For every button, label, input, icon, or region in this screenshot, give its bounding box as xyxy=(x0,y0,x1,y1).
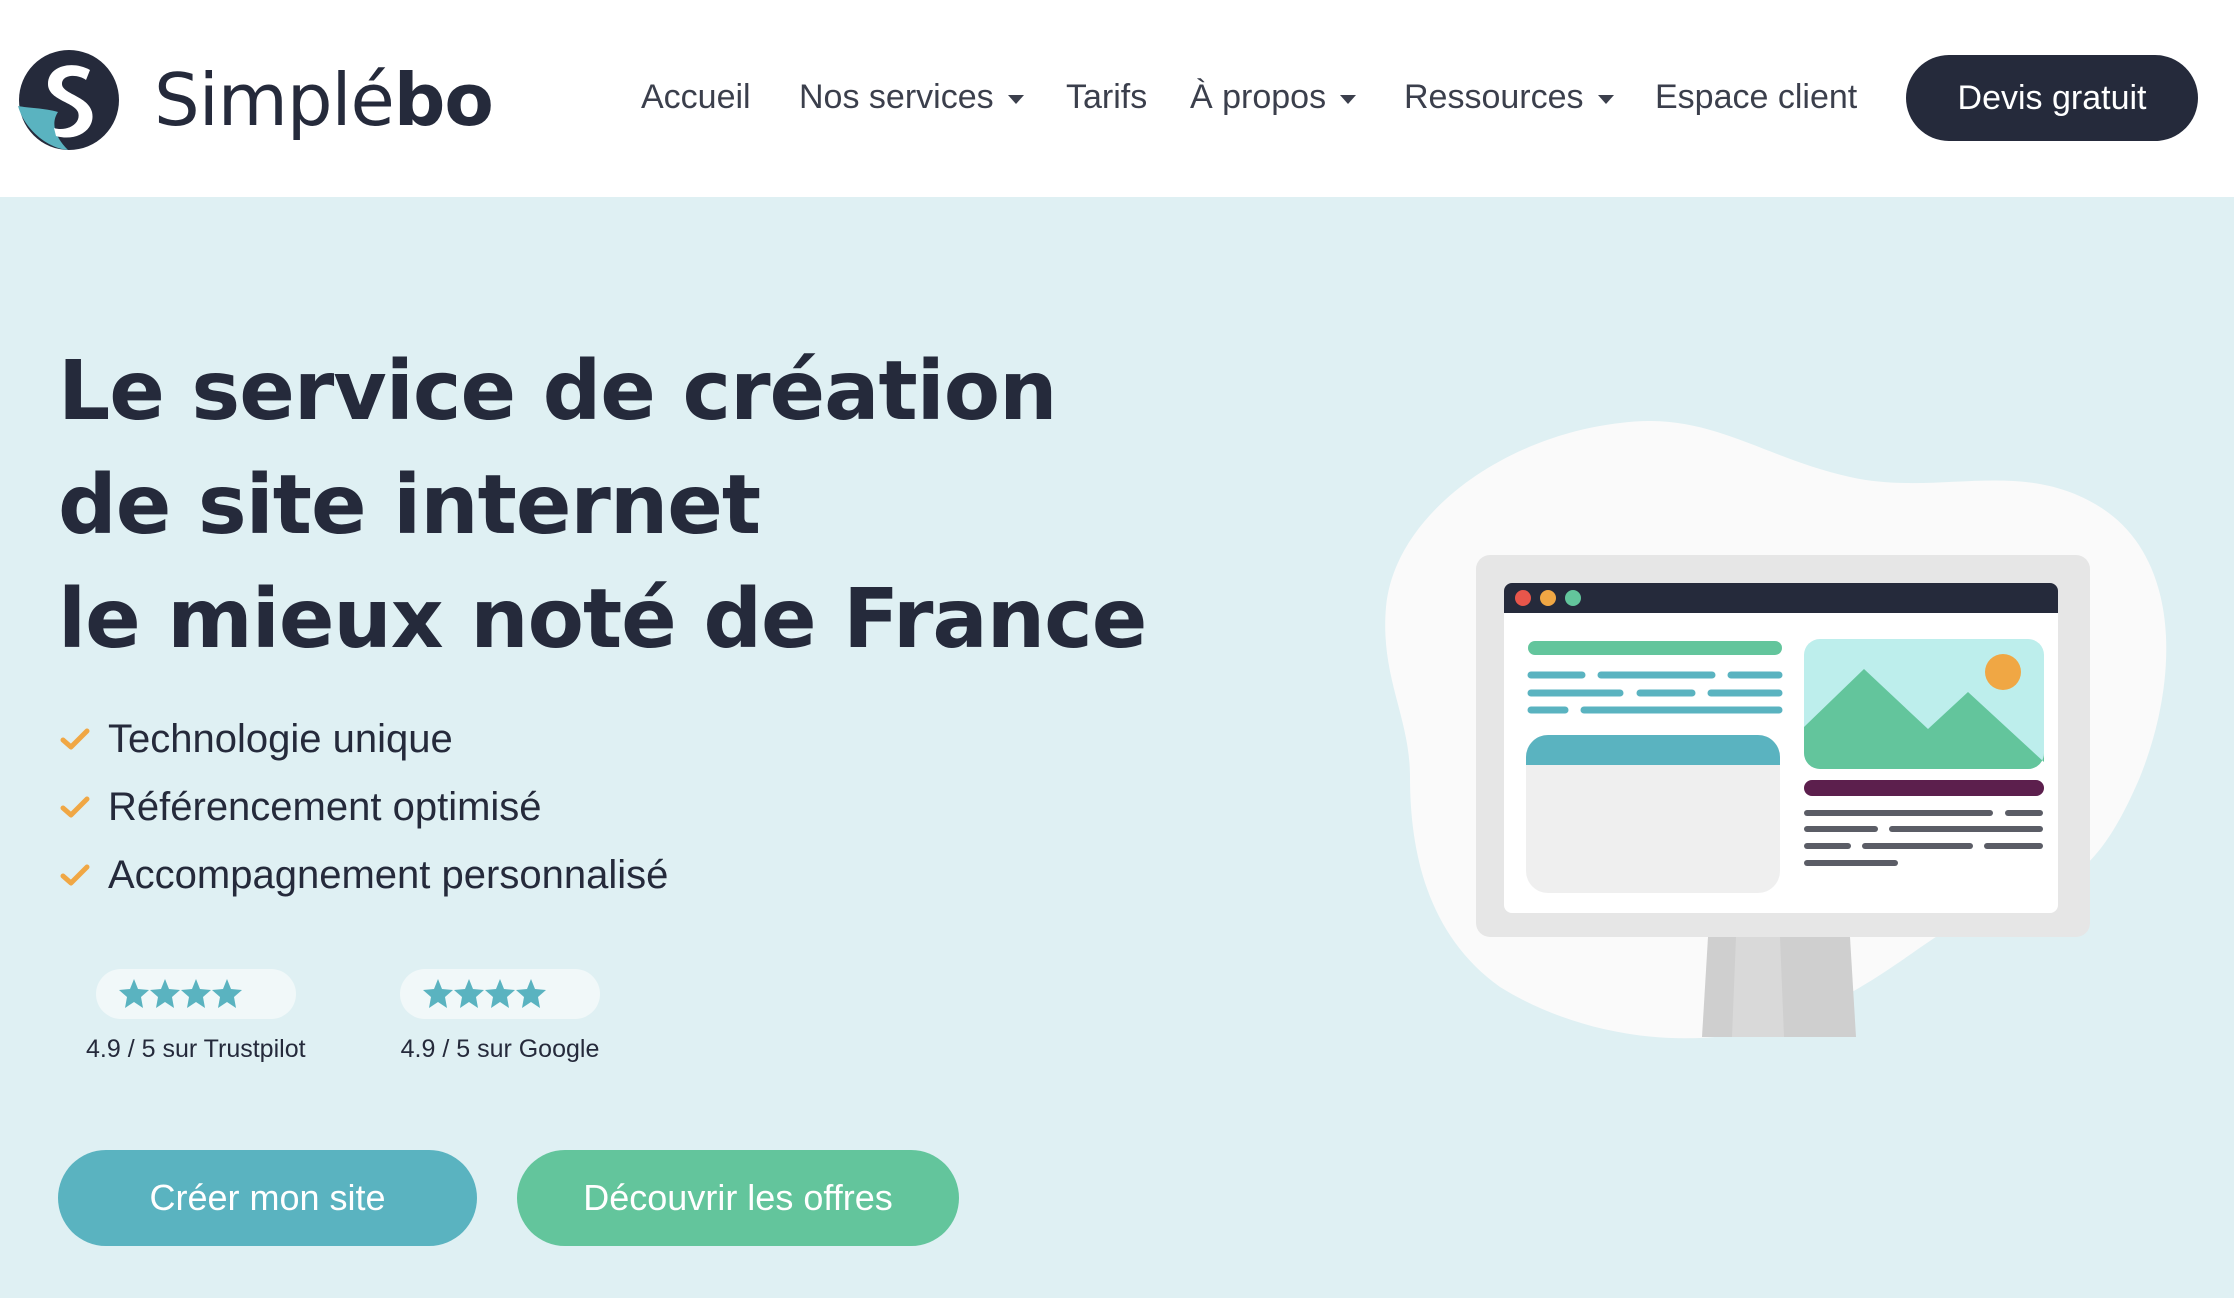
nav-item-espace-client[interactable]: Espace client xyxy=(1655,72,1857,122)
hero-headline: Le service de création de site internet … xyxy=(58,335,1147,677)
rating-label: 4.9 / 5 sur Trustpilot xyxy=(86,1035,306,1063)
star-rating-icon xyxy=(423,979,572,1008)
rating-stars xyxy=(400,969,600,1019)
devis-gratuit-button[interactable]: Devis gratuit xyxy=(1906,55,2198,141)
checkmark-icon xyxy=(60,728,90,750)
feature-item: Accompagnement personnalisé xyxy=(60,841,668,909)
rating-stars xyxy=(95,969,296,1019)
hero-section: Le service de création de site internet … xyxy=(0,197,2234,1298)
website-monitor-illustration xyxy=(1385,421,2167,1039)
headline-line: Le service de création xyxy=(58,344,1057,439)
feature-list: Technologie unique Référencement optimis… xyxy=(60,705,668,909)
site-header: Simplébo Accueil Nos services Tarifs À p… xyxy=(0,0,2234,197)
logo[interactable]: Simplébo xyxy=(16,48,494,152)
feature-label: Technologie unique xyxy=(108,716,453,761)
discover-offers-button[interactable]: Découvrir les offres xyxy=(517,1150,959,1246)
feature-item: Technologie unique xyxy=(60,705,668,773)
chevron-down-icon xyxy=(1340,94,1357,104)
nav-item-accueil[interactable]: Accueil xyxy=(641,72,751,122)
chevron-down-icon xyxy=(1597,94,1614,104)
headline-line: de site internet xyxy=(58,458,761,553)
headline-line: le mieux noté de France xyxy=(58,572,1147,667)
logo-wordmark: Simplébo xyxy=(154,58,494,142)
nav-item-ressources[interactable]: Ressources xyxy=(1404,72,1614,122)
chevron-down-icon xyxy=(1007,94,1024,104)
logo-mark-icon xyxy=(18,50,119,150)
trustpilot-rating[interactable]: 4.9 / 5 sur Trustpilot xyxy=(86,969,306,1064)
nav-item-tarifs[interactable]: Tarifs xyxy=(1066,72,1147,122)
nav-item-nos-services[interactable]: Nos services xyxy=(799,72,1024,122)
checkmark-icon xyxy=(60,864,90,886)
feature-item: Référencement optimisé xyxy=(60,773,668,841)
nav-item-a-propos[interactable]: À propos xyxy=(1190,72,1357,122)
google-rating[interactable]: 4.9 / 5 sur Google xyxy=(400,969,600,1064)
star-rating-icon xyxy=(118,979,268,1008)
create-site-button[interactable]: Créer mon site xyxy=(58,1150,477,1246)
rating-label: 4.9 / 5 sur Google xyxy=(400,1035,600,1063)
feature-label: Référencement optimisé xyxy=(108,784,542,829)
feature-label: Accompagnement personnalisé xyxy=(108,852,669,897)
checkmark-icon xyxy=(60,796,90,818)
